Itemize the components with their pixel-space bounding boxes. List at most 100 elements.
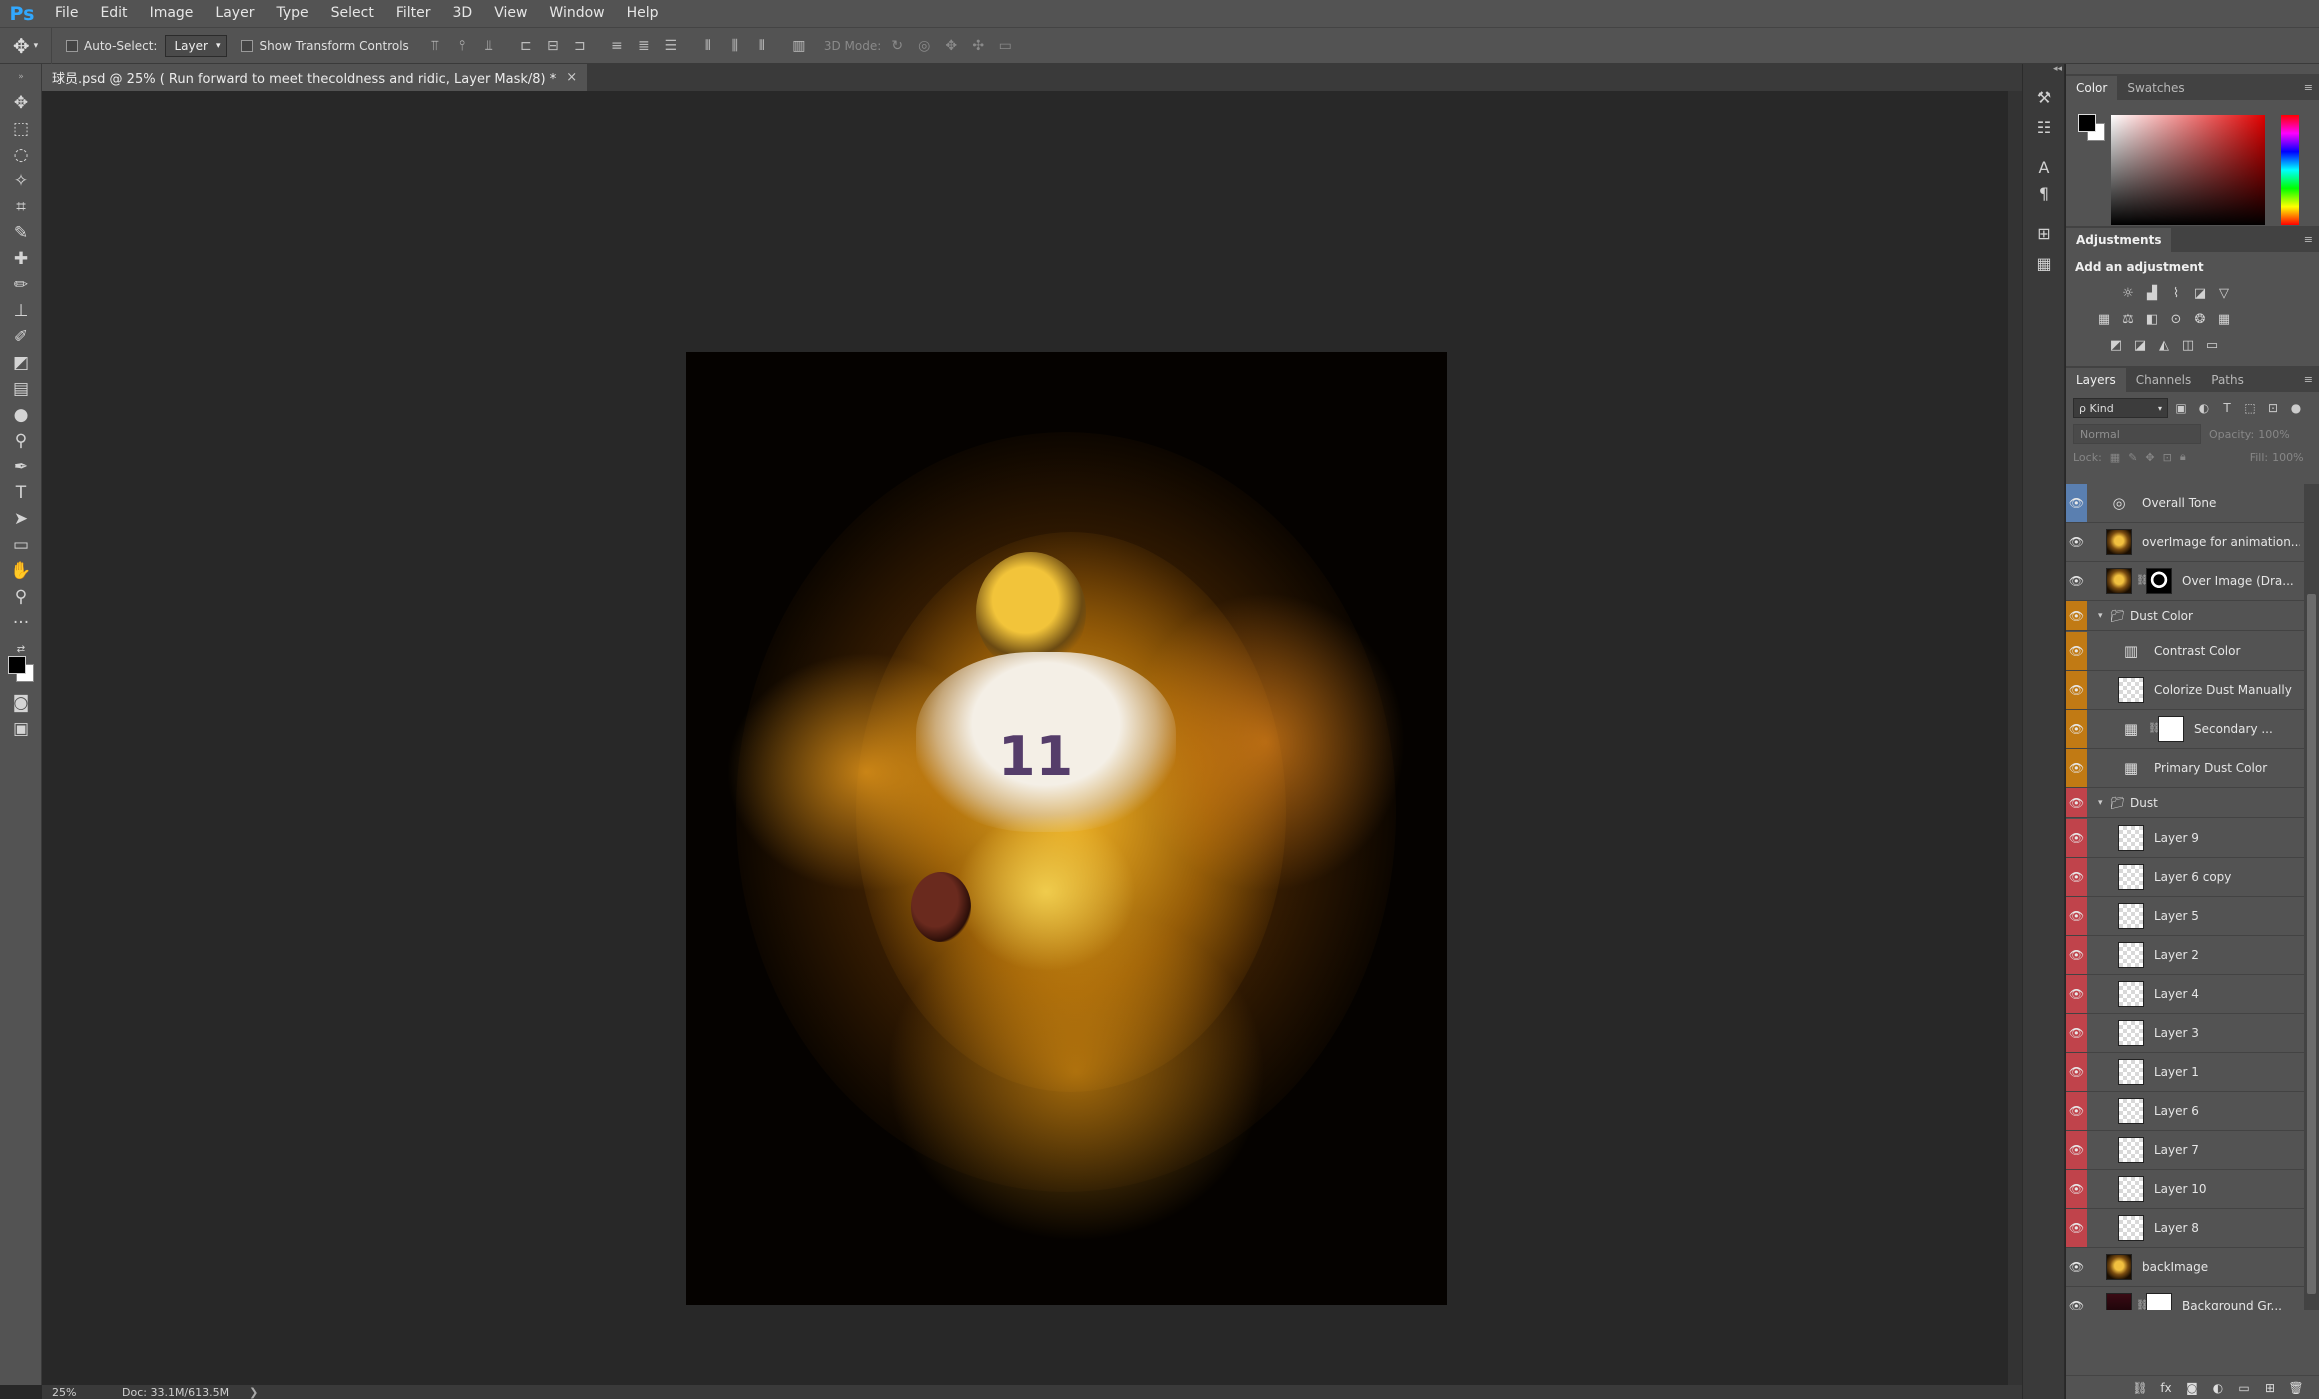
visibility-eye-icon[interactable]: 👁︎ [2066, 632, 2087, 670]
document-canvas-image[interactable]: 11 [686, 352, 1447, 1305]
visibility-eye-icon[interactable]: 👁︎ [2066, 1209, 2087, 1247]
show-transform-checkbox[interactable]: Show Transform Controls [241, 39, 409, 53]
visibility-eye-icon[interactable]: 👁︎ [2066, 1053, 2087, 1091]
paragraph-panel-icon[interactable]: ¶ [2031, 180, 2057, 206]
healing-brush-tool-icon[interactable]: ✚ [7, 248, 35, 270]
lasso-tool-icon[interactable]: ◌ [7, 144, 35, 166]
invert-icon[interactable]: ◩ [2104, 334, 2128, 356]
tab-adjustments[interactable]: Adjustments [2066, 228, 2172, 252]
visibility-eye-icon[interactable]: 👁︎ [2066, 897, 2087, 935]
clone-stamp-tool-icon[interactable]: ⊥ [7, 300, 35, 322]
3d-orbit-icon[interactable]: ↻ [886, 35, 908, 57]
eraser-tool-icon[interactable]: ◩ [7, 352, 35, 374]
layer-row[interactable]: 👁︎ backImage [2066, 1248, 2304, 1287]
type-tool-icon[interactable]: T [7, 482, 35, 504]
layer-row[interactable]: 👁︎ Colorize Dust Manually [2066, 671, 2304, 710]
brush-tool-icon[interactable]: ✏ [7, 274, 35, 296]
layer-mask-thumbnail[interactable] [2158, 716, 2184, 742]
visibility-eye-icon[interactable]: 👁︎ [2066, 1014, 2087, 1052]
layer-row[interactable]: 👁︎ ⛓ Over Image (Dra... [2066, 562, 2304, 601]
menu-select[interactable]: Select [320, 0, 385, 27]
auto-select-check-icon[interactable] [66, 39, 78, 52]
layer-mask-thumbnail[interactable] [2146, 1293, 2172, 1310]
group-expand-chevron-icon[interactable]: ▾ [2098, 601, 2103, 631]
quick-mask-icon[interactable]: ◙ [7, 692, 35, 714]
foreground-color-swatch[interactable] [8, 656, 26, 674]
layer-row[interactable]: 👁︎ Layer 5 [2066, 897, 2304, 936]
layer-row[interactable]: 👁︎ Layer 8 [2066, 1209, 2304, 1248]
layer-comps-panel-icon[interactable]: ▦ [2031, 250, 2057, 276]
filter-type-icon[interactable]: T [2217, 398, 2237, 418]
layer-row[interactable]: 👁︎ overImage for animation... [2066, 523, 2304, 562]
visibility-eye-icon[interactable]: 👁︎ [2066, 975, 2087, 1013]
distribute-left-icon[interactable]: ⦀ [697, 35, 719, 57]
align-bottom-icon[interactable]: ⫫ [478, 35, 500, 57]
layer-thumbnail[interactable] [2118, 677, 2144, 703]
levels-icon[interactable]: ▟ [2140, 282, 2164, 304]
dodge-tool-icon[interactable]: ⚲ [7, 430, 35, 452]
layer-mask-thumbnail[interactable] [2146, 568, 2172, 594]
visibility-eye-icon[interactable]: 👁︎ [2066, 601, 2087, 630]
status-menu-arrow-icon[interactable]: ❯ [249, 1386, 258, 1399]
align-top-icon[interactable]: ⫪ [424, 35, 446, 57]
lock-position-icon[interactable]: ✥ [2145, 451, 2154, 464]
layer-thumbnail[interactable] [2118, 1059, 2144, 1085]
layer-row[interactable]: 👁︎ Layer 9 [2066, 819, 2304, 858]
align-left-icon[interactable]: ⊏ [515, 35, 537, 57]
visibility-eye-icon[interactable]: 👁︎ [2066, 562, 2087, 600]
layer-row[interactable]: 👁︎ Layer 2 [2066, 936, 2304, 975]
visibility-eye-icon[interactable]: 👁︎ [2066, 484, 2087, 522]
distribute-right-icon[interactable]: ⫴ [751, 35, 773, 57]
visibility-eye-icon[interactable]: 👁︎ [2066, 710, 2087, 748]
menu-file[interactable]: File [44, 0, 89, 27]
visibility-eye-icon[interactable]: 👁︎ [2066, 1092, 2087, 1130]
layer-thumbnail[interactable] [2118, 864, 2144, 890]
layer-row[interactable]: 👁︎ ▥ Contrast Color [2066, 632, 2304, 671]
move-tool-icon[interactable]: ✥ [7, 92, 35, 114]
layer-thumbnail[interactable] [2118, 903, 2144, 929]
layer-thumbnail[interactable] [2106, 1254, 2132, 1280]
lock-pixels-icon[interactable]: ✎ [2128, 451, 2137, 464]
layer-thumbnail[interactable] [2118, 1176, 2144, 1202]
color-lookup-icon[interactable]: ▦ [2212, 308, 2236, 330]
properties-panel-icon[interactable]: ☷ [2031, 114, 2057, 140]
path-selection-tool-icon[interactable]: ➤ [7, 508, 35, 530]
layer-thumbnail[interactable] [2118, 825, 2144, 851]
menu-edit[interactable]: Edit [89, 0, 138, 27]
layer-thumbnail[interactable] [2118, 1215, 2144, 1241]
adjustment-layer-icon[interactable]: ▥ [2118, 638, 2144, 664]
close-icon[interactable]: × [566, 70, 577, 85]
3d-pan-icon[interactable]: ✥ [940, 35, 962, 57]
layer-kind-filter[interactable]: ρ Kind ▾ [2073, 398, 2168, 418]
canvas-vertical-scrollbar[interactable] [2008, 91, 2022, 1385]
layer-thumbnail[interactable] [2118, 981, 2144, 1007]
tab-color[interactable]: Color [2066, 76, 2118, 100]
filter-pixel-icon[interactable]: ▣ [2171, 398, 2191, 418]
lock-artboard-icon[interactable]: ⊡ [2163, 451, 2172, 464]
layer-row[interactable]: 👁︎ ⛓ Background Gr... [2066, 1287, 2304, 1310]
curves-icon[interactable]: ⌇ [2164, 282, 2188, 304]
layer-thumbnail[interactable] [2118, 1137, 2144, 1163]
filter-shape-icon[interactable]: ⬚ [2240, 398, 2260, 418]
crop-tool-icon[interactable]: ⌗ [7, 196, 35, 218]
layer-thumbnail[interactable] [2118, 1020, 2144, 1046]
align-vcenter-icon[interactable]: ⫯ [451, 35, 473, 57]
document-tab[interactable]: 球员.psd @ 25% ( Run forward to meet theco… [42, 64, 587, 91]
visibility-eye-icon[interactable]: 👁︎ [2066, 523, 2087, 561]
visibility-eye-icon[interactable]: 👁︎ [2066, 1131, 2087, 1169]
layer-thumbnail[interactable] [2106, 529, 2132, 555]
adjustment-layer-icon[interactable]: ▦ [2118, 755, 2144, 781]
layer-row[interactable]: 👁︎ Layer 6 [2066, 1092, 2304, 1131]
photo-filter-icon[interactable]: ⊙ [2164, 308, 2188, 330]
layer-thumbnail[interactable] [2106, 1293, 2132, 1310]
layer-thumbnail[interactable] [2118, 1098, 2144, 1124]
eyedropper-tool-icon[interactable]: ✎ [7, 222, 35, 244]
menu-window[interactable]: Window [538, 0, 615, 27]
visibility-eye-icon[interactable]: 👁︎ [2066, 1170, 2087, 1208]
exposure-icon[interactable]: ◪ [2188, 282, 2212, 304]
hue-saturation-icon[interactable]: ▦ [2092, 308, 2116, 330]
distribute-bottom-icon[interactable]: ☰ [660, 35, 682, 57]
add-mask-icon[interactable]: ◙ [2179, 1381, 2205, 1395]
gradient-tool-icon[interactable]: ▤ [7, 378, 35, 400]
visibility-eye-icon[interactable]: 👁︎ [2066, 1248, 2087, 1286]
